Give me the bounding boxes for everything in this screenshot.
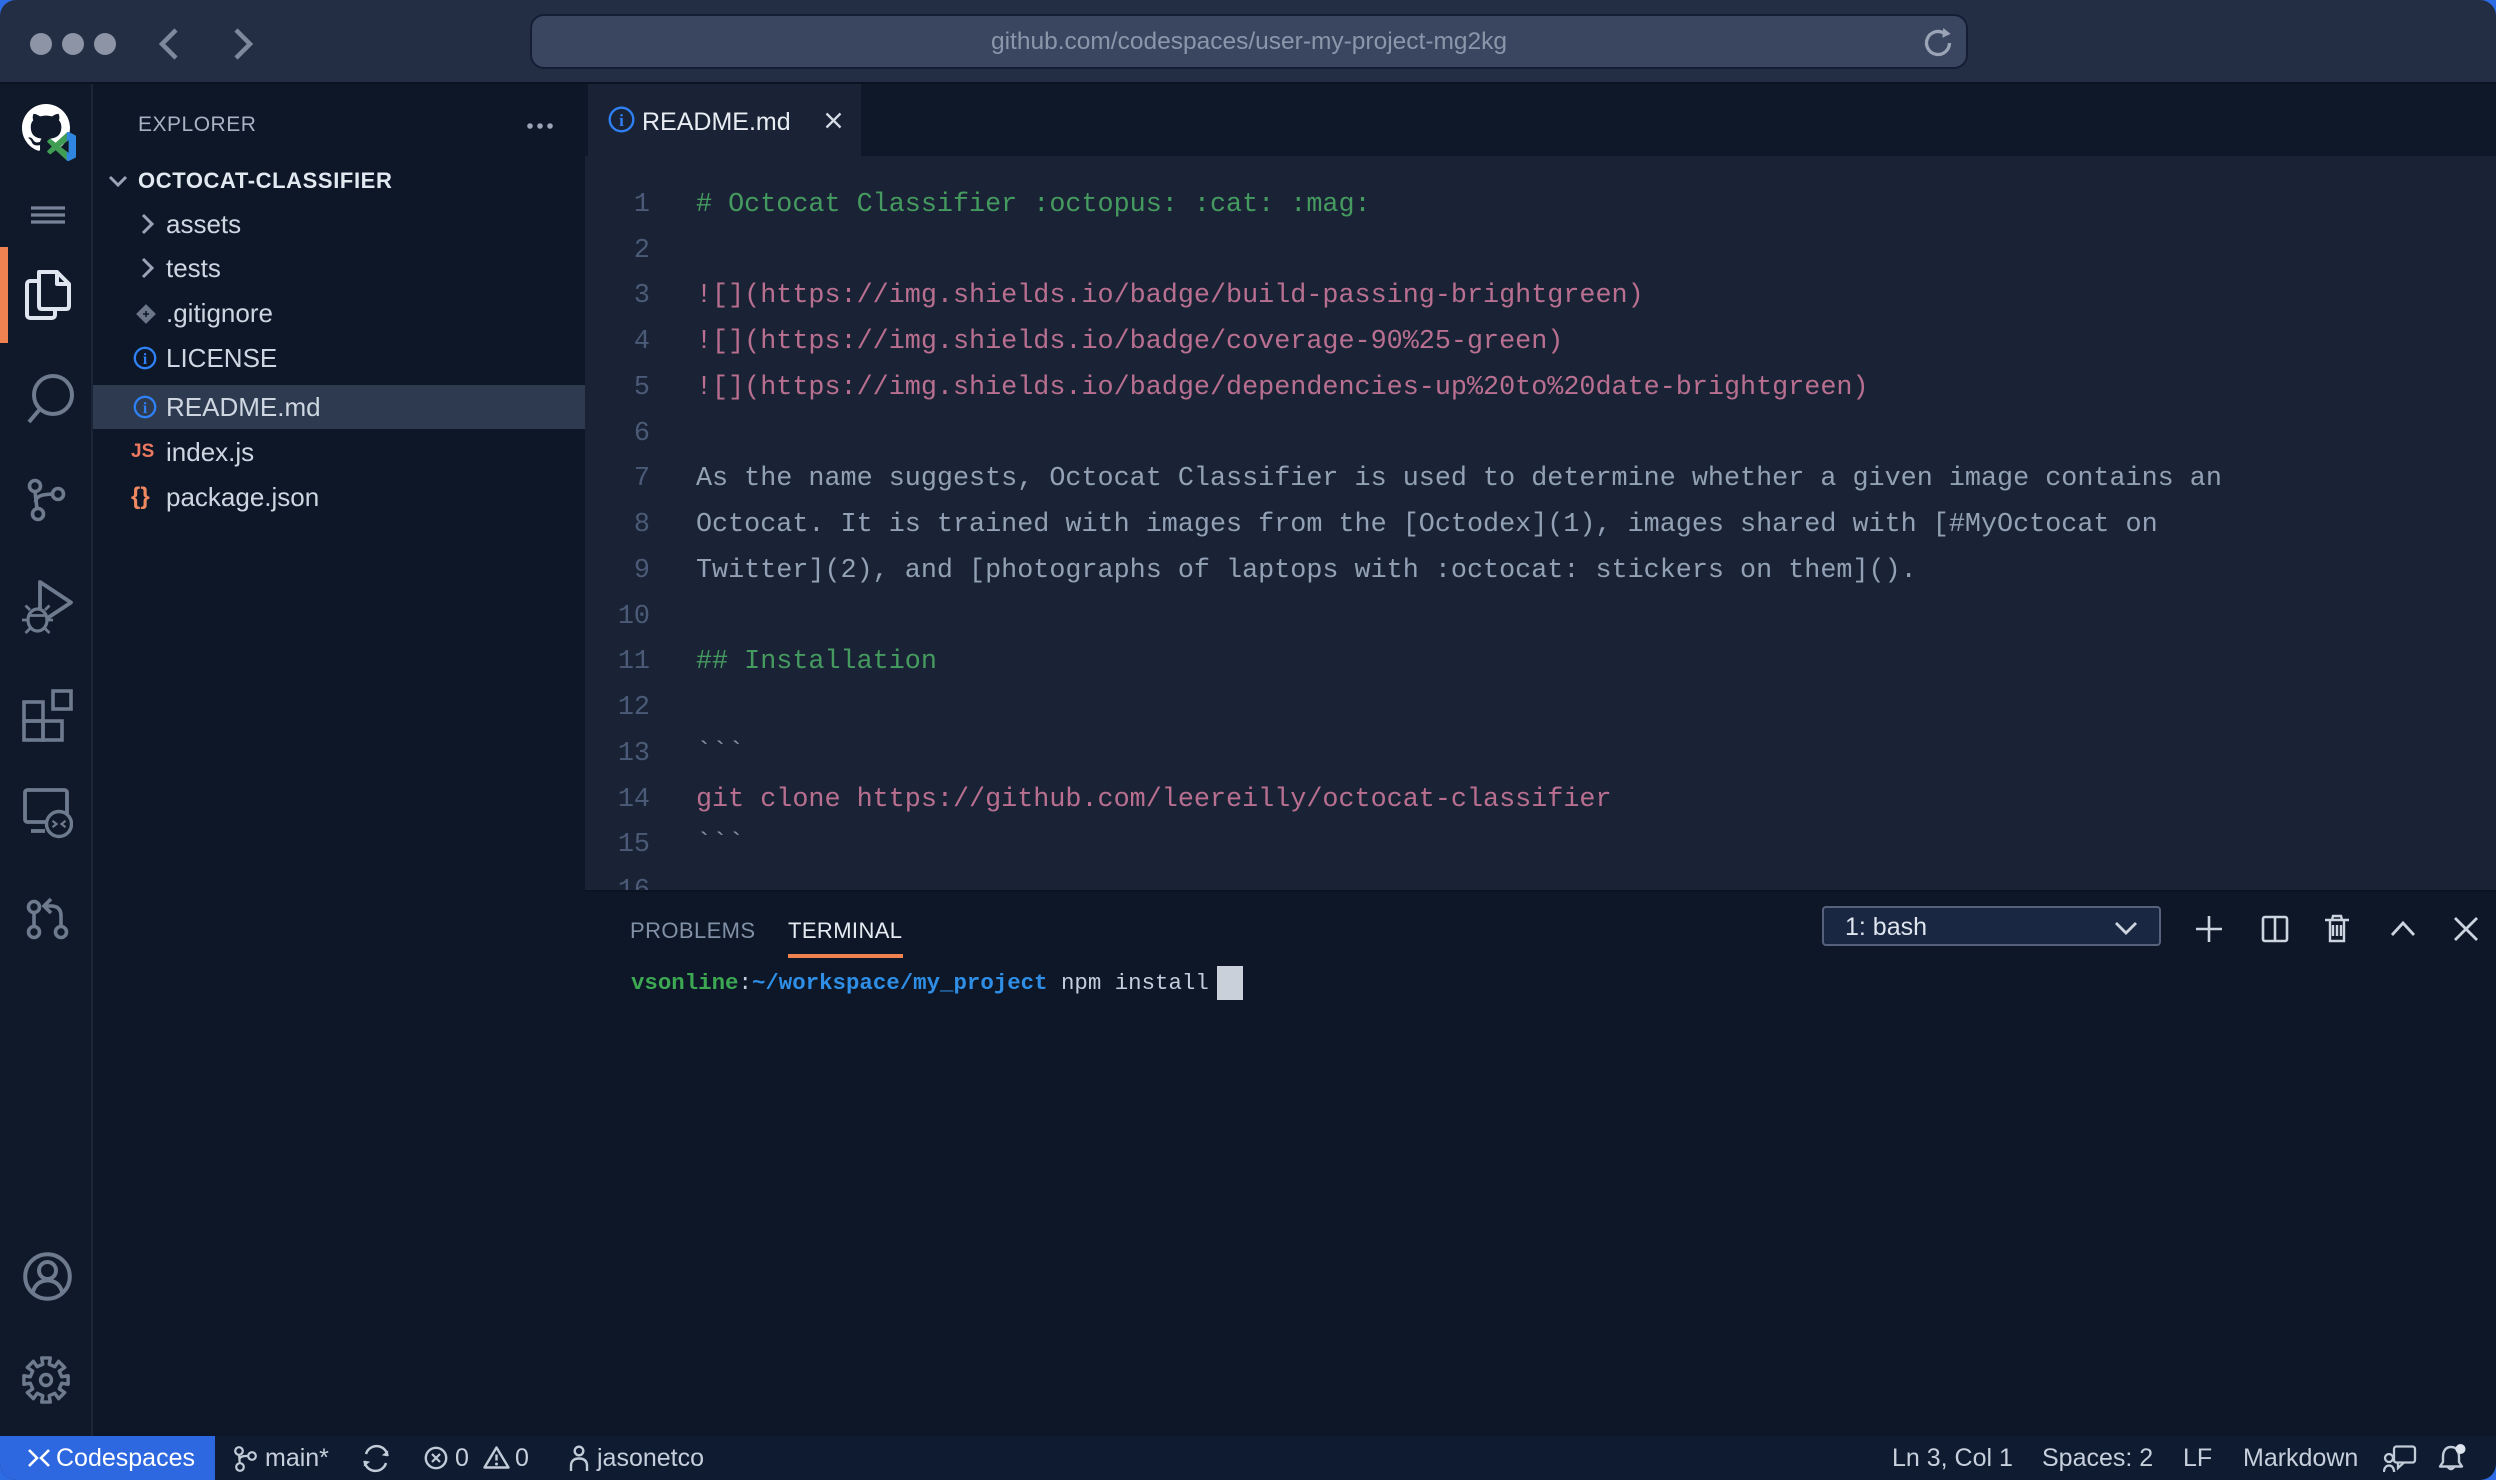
svg-text:i: i <box>619 111 624 130</box>
svg-text:i: i <box>143 400 148 417</box>
svg-text:i: i <box>143 351 148 368</box>
